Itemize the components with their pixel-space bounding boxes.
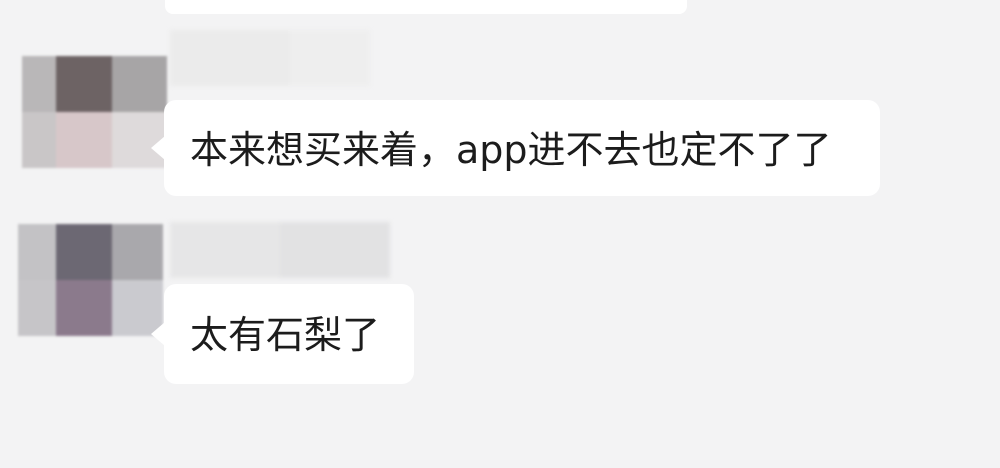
bubble-tail [151, 322, 165, 346]
message-text: 太有石梨了 [190, 313, 381, 357]
message-bubble[interactable]: 太有石梨了 [151, 284, 414, 384]
previous-message-bubble[interactable] [165, 0, 687, 14]
sender-name-blurred [170, 30, 370, 86]
sender-name-blurred [170, 222, 390, 278]
message-text: 本来想买来着，app进不去也定不了了 [190, 128, 832, 172]
bubble-tail [151, 136, 165, 160]
message-bubble[interactable]: 本来想买来着，app进不去也定不了了 [151, 100, 880, 196]
chat-area: 本来想买来着，app进不去也定不了了 太有石梨了 [0, 0, 1000, 468]
avatar[interactable] [18, 224, 163, 336]
avatar[interactable] [22, 56, 167, 168]
